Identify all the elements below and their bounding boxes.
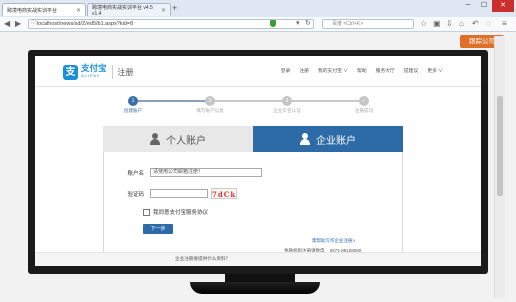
nav-my-alipay[interactable]: 我的支付宝 ∨ xyxy=(318,67,348,74)
reload-icon[interactable]: ↻ xyxy=(305,19,311,29)
security-shield-icon[interactable] xyxy=(270,20,276,27)
nav-register[interactable]: 注册 xyxy=(299,67,309,74)
next-button[interactable]: 下一步 xyxy=(143,224,173,234)
home-icon[interactable]: ⌂ xyxy=(459,19,464,29)
browser-tab-2-title: 跨境电商实战实训平台 v4.5 v1.4 xyxy=(92,4,153,17)
browser-tab-2[interactable]: 跨境电商实战实训平台 v4.5 v1.4 ✕ xyxy=(87,3,171,17)
step-4: ✓ 注册成功 xyxy=(334,92,394,114)
captcha-input[interactable] xyxy=(150,189,208,198)
star-icon[interactable]: ☆ xyxy=(420,19,427,29)
step-4-check-icon: ✓ xyxy=(359,96,369,106)
person-icon xyxy=(150,133,160,145)
browser-tab-1-title: 跨境电商实战实训平台 xyxy=(7,7,58,14)
captcha-image[interactable]: 7dCk xyxy=(211,188,237,199)
code-label: 验证码 xyxy=(127,191,144,198)
logo-en: ALIPAY xyxy=(81,73,101,78)
window-close-icon[interactable]: ✕ xyxy=(492,0,514,12)
nav-service-hall[interactable]: 服务大厅 xyxy=(376,67,395,74)
download-icon[interactable]: ⇩ xyxy=(446,19,453,29)
account-row: 账户名 请使用公司邮箱注册！ xyxy=(114,168,262,177)
nav-suggest[interactable]: 提建议 xyxy=(404,67,418,74)
step-3: 3 企业实名认证 xyxy=(257,92,317,114)
faq-link[interactable]: 企业注册要提供什么资料？ xyxy=(175,256,230,262)
user-icon xyxy=(300,133,310,145)
minimize-icon[interactable]: ─ xyxy=(460,0,476,12)
search-placeholder: 百度 <Ctrl+K> xyxy=(332,21,364,27)
header-divider xyxy=(35,86,481,87)
agree-row: 我同意支付宝服务协议 xyxy=(143,208,208,216)
monitor-screen: 支 支付宝 ALIPAY 注册 登录 注册 我的支付宝 ∨ 帮助 服务大厅 提建… xyxy=(35,56,481,266)
agree-checkbox[interactable] xyxy=(143,208,150,216)
code-row: 验证码 7dCk xyxy=(114,188,237,199)
logo-divider xyxy=(111,65,113,79)
step-3-number: 3 xyxy=(282,96,292,106)
logo-cn: 支付宝 xyxy=(81,63,107,73)
dropdown-icon[interactable]: ▾ xyxy=(296,19,300,29)
forward-icon[interactable]: ▶ xyxy=(15,19,21,29)
tab-corporate-account[interactable]: 企业账户 xyxy=(253,126,403,152)
page-title: 注册 xyxy=(117,67,134,77)
step-1-label: 创建账户 xyxy=(123,108,143,113)
step-2-number: 2 xyxy=(205,96,215,106)
alipay-logo-text: 支付宝 ALIPAY xyxy=(81,64,107,80)
page-scrollbar[interactable] xyxy=(494,36,505,298)
alipay-icon: 支 xyxy=(63,64,78,80)
step-4-label: 注册成功 xyxy=(354,108,374,113)
tab-personal-label: 个人账户 xyxy=(166,135,206,147)
alipay-logo[interactable]: 支 支付宝 ALIPAY 注册 xyxy=(63,64,134,80)
url-text: localhost/news/sd/Z/ed5/b1.aspx?kid=8 xyxy=(37,21,134,27)
maximize-icon[interactable]: ☐ xyxy=(476,0,492,12)
monitor-stand xyxy=(190,282,320,294)
browser-tab-bar: 跨境电商实战实训平台 ✕ 跨境电商实战实训平台 v4.5 v1.4 ✕ + ─ … xyxy=(0,0,516,18)
account-type-tabs: 个人账户 企业账户 xyxy=(103,126,403,152)
step-1-number: 1 xyxy=(128,96,138,106)
chat-icon[interactable]: ◌ xyxy=(486,19,491,29)
tab-corporate-label: 企业账户 xyxy=(316,135,356,147)
browser-tab-1[interactable]: 跨境电商实战实训平台 ✕ xyxy=(2,3,86,16)
clipboard-icon[interactable]: ▣ xyxy=(433,19,441,29)
account-label: 账户名 xyxy=(127,170,144,177)
faq-bar: 企业注册要提供什么资料？ xyxy=(35,252,481,266)
window-controls: ─ ☐ ✕ xyxy=(460,0,514,12)
step-3-label: 企业实名认证 xyxy=(273,108,301,113)
account-input[interactable]: 请使用公司邮箱注册！ xyxy=(150,168,262,177)
registration-form: 账户名 请使用公司邮箱注册！ 验证码 7dCk 我同意支付宝服务协议 下一步 需… xyxy=(103,152,403,266)
nav-more[interactable]: 更多 ∨ xyxy=(427,67,443,74)
tab-close-icon[interactable]: ✕ xyxy=(161,7,166,14)
registration-steps: 1 创建账户 2 填写账户信息 3 企业实名认证 ✓ 注册成功 xyxy=(35,92,481,118)
new-tab-icon[interactable]: + xyxy=(172,4,177,13)
top-nav: 登录 注册 我的支付宝 ∨ 帮助 服务大厅 提建议 更多 ∨ xyxy=(272,67,443,74)
nav-login[interactable]: 登录 xyxy=(281,67,291,74)
back-icon[interactable]: ◀ xyxy=(4,19,10,29)
nav-help[interactable]: 帮助 xyxy=(357,67,367,74)
tab-personal-account[interactable]: 个人账户 xyxy=(103,126,253,152)
share-icon[interactable]: ↶ xyxy=(472,19,479,29)
step-2-label: 填写账户信息 xyxy=(196,108,224,113)
step-1: 1 创建账户 xyxy=(103,92,163,114)
scrollbar-thumb[interactable] xyxy=(497,96,503,196)
step-2: 2 填写账户信息 xyxy=(180,92,240,114)
help-link[interactable]: 需帮助写作企业注册> xyxy=(312,238,355,244)
browser-nav-bar: ◀ ▶ ⓘ localhost/news/sd/Z/ed5/b1.aspx?ki… xyxy=(0,17,516,32)
agree-text[interactable]: 我同意支付宝服务协议 xyxy=(153,208,208,216)
info-icon: ⓘ xyxy=(31,21,38,27)
tab-close-icon[interactable]: ✕ xyxy=(76,7,81,14)
search-input[interactable]: 百度 <Ctrl+K> xyxy=(322,19,414,29)
menu-icon[interactable]: ≡ xyxy=(502,19,507,29)
